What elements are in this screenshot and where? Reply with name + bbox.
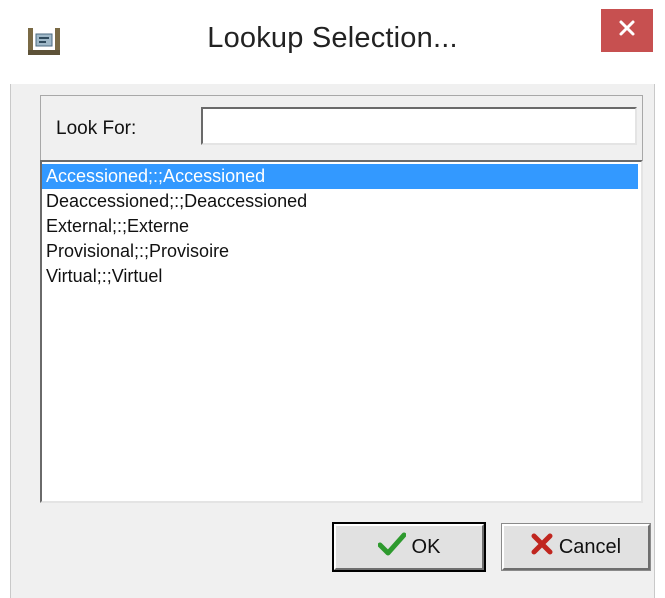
- window-title: Lookup Selection...: [207, 22, 458, 54]
- ok-label: OK: [411, 535, 441, 558]
- close-button[interactable]: [601, 9, 653, 52]
- list-item[interactable]: External;:;Externe: [42, 214, 641, 239]
- search-panel: Look For:: [40, 95, 643, 161]
- title-bar[interactable]: Lookup Selection...: [0, 0, 665, 84]
- look-for-label: Look For:: [56, 118, 137, 139]
- dialog-body: Look For: Accessioned;:;Accessioned Deacc…: [10, 84, 655, 598]
- ok-button[interactable]: OK: [332, 522, 486, 572]
- x-icon: [531, 533, 553, 561]
- cancel-label: Cancel: [558, 535, 622, 558]
- cancel-button[interactable]: Cancel: [501, 523, 651, 571]
- lookup-listbox[interactable]: Accessioned;:;Accessioned Deaccessioned;:…: [40, 160, 643, 503]
- checkmark-icon: [377, 532, 407, 562]
- close-icon: [618, 19, 636, 42]
- list-item[interactable]: Virtual;:;Virtuel: [42, 264, 641, 289]
- lookup-dialog: Lookup Selection... Look For: Accessione…: [0, 0, 665, 598]
- look-for-input[interactable]: [201, 107, 637, 145]
- list-item[interactable]: Deaccessioned;:;Deaccessioned: [42, 189, 641, 214]
- list-item[interactable]: Accessioned;:;Accessioned: [42, 164, 638, 189]
- list-item[interactable]: Provisional;:;Provisoire: [42, 239, 641, 264]
